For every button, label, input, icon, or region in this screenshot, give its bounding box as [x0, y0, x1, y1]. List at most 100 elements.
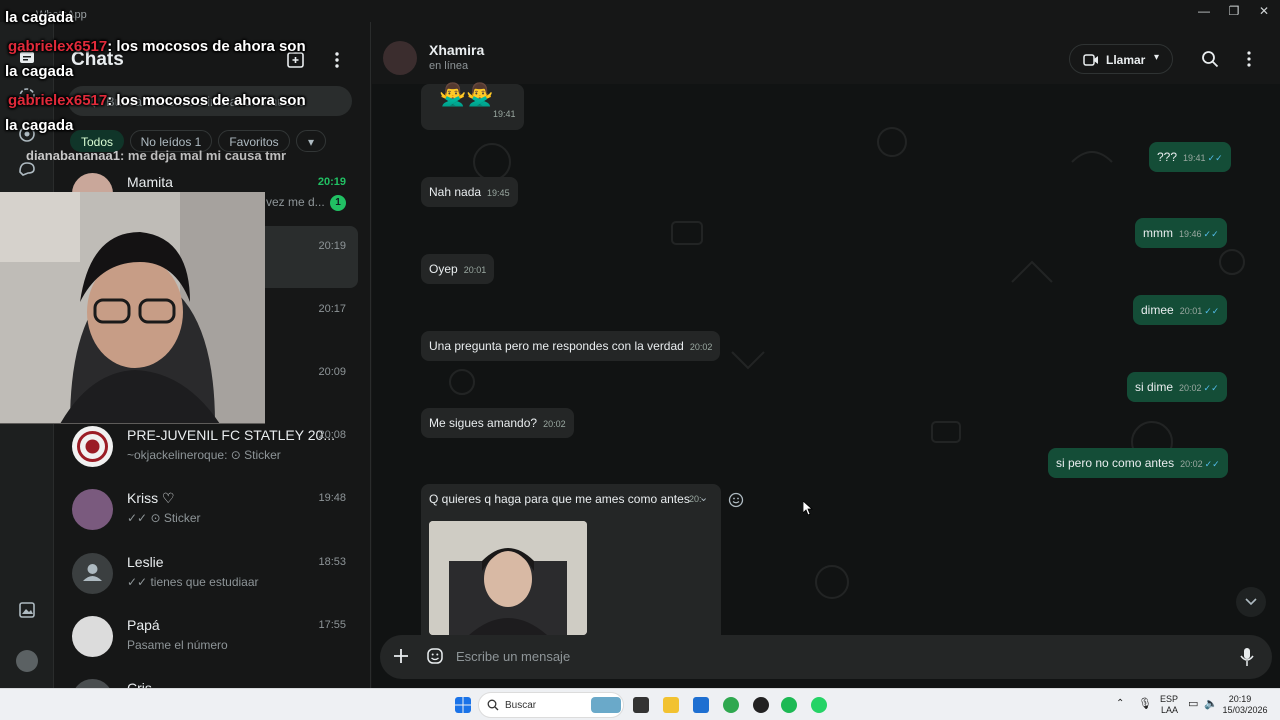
contact-name[interactable]: Xhamira: [429, 42, 484, 58]
chat-item-prejuvenil[interactable]: PRE-JUVENIL FC STATLEY 20... 20:08 ~okja…: [62, 415, 358, 477]
message-in[interactable]: Una pregunta pero me respondes con la ve…: [421, 331, 721, 361]
microphone-icon[interactable]: 🎙: [1138, 697, 1152, 710]
menu-icon[interactable]: [1243, 50, 1255, 68]
read-receipt-icon: ✓✓: [1203, 383, 1219, 393]
chat-item-papa[interactable]: Papá 17:55 Pasame el número: [62, 605, 358, 667]
message-time: 20:01: [1179, 306, 1203, 316]
message-in[interactable]: Nah nada 19:45: [421, 177, 518, 207]
conversation-panel: Xhamira en línea Llamar ▾ 🙅‍♂️🙅‍♂️ 19:41…: [372, 22, 1280, 688]
message-composer[interactable]: Escribe un mensaje: [380, 635, 1272, 679]
tray-overflow-icon[interactable]: ⌃: [1116, 698, 1124, 709]
message-time: 19:46: [1179, 229, 1202, 239]
stream-chat-line: gabrielex6517: los mocosos de ahora son: [8, 38, 306, 55]
team-crest-icon: [77, 431, 108, 462]
microphone-icon[interactable]: [1240, 647, 1254, 667]
close-button[interactable]: ✕: [1247, 3, 1280, 19]
title-bar: WhatsApp — ❐ ✕: [0, 0, 1280, 22]
filter-more-button[interactable]: ▾: [296, 130, 326, 152]
message-time: 20:02: [543, 419, 566, 429]
chat-time: 20:08: [318, 429, 346, 441]
stream-chat-text: : los mocosos de ahora son: [107, 92, 306, 109]
task-view-icon[interactable]: [633, 697, 649, 713]
language-indicator[interactable]: ESP: [1160, 694, 1178, 704]
chat-name: Papá: [127, 617, 160, 633]
search-icon: [487, 699, 499, 711]
windows-start-icon[interactable]: [455, 697, 471, 713]
chat-item-kriss[interactable]: Kriss ♡ 19:48 ✓✓ ⊙ Sticker: [62, 478, 358, 540]
spotify-icon[interactable]: [781, 697, 797, 713]
stream-chat-user: gabrielex6517: [8, 38, 108, 55]
search-icon[interactable]: [1201, 50, 1219, 68]
message-out[interactable]: dimee 20:01 ✓✓: [1133, 295, 1228, 325]
stream-chat-line: la cagada: [5, 9, 73, 26]
taskbar-search[interactable]: Buscar: [478, 692, 624, 718]
message-photo[interactable]: [429, 521, 587, 635]
message-time: 20:02: [1180, 459, 1203, 469]
volume-icon[interactable]: 🔈: [1204, 697, 1218, 710]
chat-preview: Pasame el número: [127, 638, 228, 652]
search-highlight-image: [591, 697, 621, 713]
message-text: 🙅‍♂️🙅‍♂️: [439, 82, 494, 107]
message-in[interactable]: Me sigues amando? 20:02: [421, 408, 574, 438]
network-icon[interactable]: ▭: [1188, 697, 1198, 710]
message-time: 20:01: [463, 265, 487, 275]
profile-avatar[interactable]: [16, 650, 38, 672]
message-in[interactable]: 🙅‍♂️🙅‍♂️ 19:41: [421, 82, 524, 130]
message-out[interactable]: ??? 19:41 ✓✓: [1149, 142, 1231, 172]
call-button[interactable]: Llamar ▾: [1069, 44, 1173, 74]
chat-preview: ✓✓ ⊙ Sticker: [127, 511, 201, 525]
maximize-button[interactable]: ❐: [1217, 3, 1251, 19]
stream-chat-text: : los mocosos de ahora son: [107, 38, 306, 55]
avatar: [72, 616, 113, 657]
stream-chat-line: la cagada: [5, 117, 73, 134]
message-text: ???: [1157, 150, 1178, 164]
app-icon[interactable]: [753, 697, 769, 713]
message-out[interactable]: mmm 19:46 ✓✓: [1135, 218, 1227, 248]
message-text: Una pregunta pero me respondes con la ve…: [429, 339, 684, 353]
avatar: [72, 489, 113, 530]
message-options-chevron-icon[interactable]: ⌄: [699, 491, 708, 504]
message-time: 20:02: [689, 342, 713, 352]
chat-preview: ✓✓ tienes que estudiaar: [127, 575, 259, 589]
media-gallery-icon[interactable]: [17, 600, 37, 620]
video-call-icon: [1083, 54, 1098, 66]
chat-name: Leslie: [127, 554, 164, 570]
chat-name: Cris: [127, 680, 152, 688]
whatsapp-icon[interactable]: [811, 697, 827, 713]
message-out[interactable]: si pero no como antes 20:02 ✓✓: [1048, 448, 1228, 478]
message-in[interactable]: Oyep 20:01: [421, 254, 495, 284]
minimize-button[interactable]: —: [1187, 3, 1221, 19]
chevron-down-icon: ▾: [1154, 52, 1160, 63]
emoji-sticker-icon[interactable]: [426, 647, 444, 665]
scroll-to-bottom-button[interactable]: [1236, 587, 1266, 617]
contact-avatar[interactable]: [383, 41, 417, 75]
chat-name: Kriss ♡: [127, 490, 175, 506]
chat-item-leslie[interactable]: Leslie 18:53 ✓✓ tienes que estudiaar: [62, 542, 358, 604]
attach-plus-icon[interactable]: [392, 647, 410, 665]
menu-icon[interactable]: [329, 50, 345, 70]
chat-time: 20:09: [318, 366, 346, 378]
message-text: mmm: [1143, 226, 1173, 240]
chat-time: 20:19: [318, 240, 346, 252]
message-input-placeholder: Escribe un mensaje: [456, 649, 571, 664]
clock-date[interactable]: 15/03/2026: [1220, 705, 1270, 715]
streamer-webcam-overlay: [0, 192, 265, 424]
call-label: Llamar: [1106, 53, 1146, 67]
chrome-icon[interactable]: [723, 697, 739, 713]
emoji-react-icon[interactable]: [728, 492, 744, 508]
file-explorer-icon[interactable]: [663, 697, 679, 713]
stream-chat-user: gabrielex6517: [8, 92, 108, 109]
avatar: [72, 426, 113, 467]
chat-name: Mamita: [127, 174, 173, 190]
unread-badge: 1: [330, 195, 346, 211]
store-icon[interactable]: [693, 697, 709, 713]
message-text: Me sigues amando?: [429, 416, 538, 430]
chat-item-cris[interactable]: Cris: [62, 668, 358, 688]
message-text: dimee: [1141, 303, 1174, 317]
message-text: Oyep: [429, 262, 458, 276]
chevron-down-icon: [1245, 598, 1257, 606]
message-out[interactable]: si dime 20:02 ✓✓: [1127, 372, 1227, 402]
chat-time: 20:19: [317, 176, 346, 188]
photo-thumbnail: [429, 521, 587, 635]
clock-time[interactable]: 20:19: [1220, 694, 1260, 704]
